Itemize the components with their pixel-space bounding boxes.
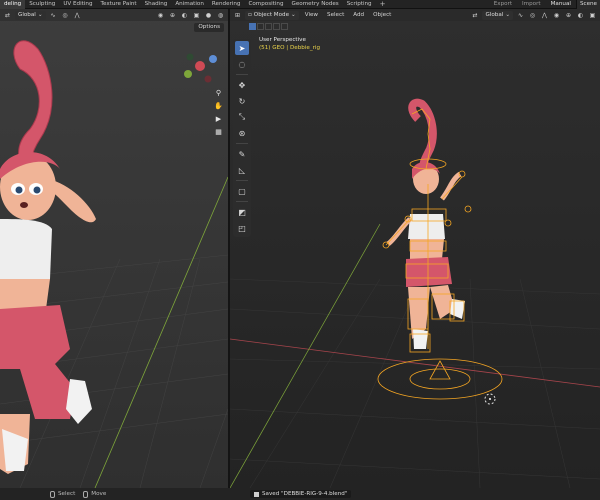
- gizmo-toggle-icon[interactable]: ⊕: [564, 11, 573, 20]
- scale-tool-icon[interactable]: ⤡: [235, 110, 249, 124]
- status-move-label: Move: [91, 491, 107, 497]
- left-navigation-controls: ⚲ ✋ ▶ ▦: [213, 87, 224, 137]
- shear-tool-icon[interactable]: ◩: [235, 205, 249, 219]
- selection-mode-strip: [249, 23, 288, 30]
- annotate-tool-icon[interactable]: ✎: [235, 147, 249, 161]
- proportional-edit-icon[interactable]: ◎: [61, 11, 70, 20]
- status-select-label: Select: [58, 491, 76, 497]
- tool-divider: [236, 74, 248, 75]
- transform-orientation-label: Global: [485, 11, 504, 18]
- view-title: User Perspective: [259, 37, 306, 43]
- shading-solid-icon[interactable]: ●: [204, 11, 213, 20]
- visibility-icon[interactable]: ◉: [552, 11, 561, 20]
- xray-icon[interactable]: ▣: [192, 11, 201, 20]
- saved-message: Saved "DEBBIE-RIG-9-4.blend": [262, 491, 348, 497]
- viewport-info-overlay: User Perspective (51) GEO | Debbie_rig: [259, 36, 320, 52]
- tab-texture-paint[interactable]: Texture Paint: [97, 0, 141, 9]
- tool-divider: [236, 143, 248, 144]
- status-select: Select: [50, 490, 76, 498]
- tab-scripting[interactable]: Scripting: [343, 0, 376, 9]
- menu-select[interactable]: Select: [324, 12, 347, 18]
- import-button[interactable]: Import: [517, 0, 546, 9]
- transform-orientation-dropdown[interactable]: Global ⌄: [15, 10, 46, 20]
- scene-label: Scene: [579, 1, 597, 7]
- visibility-icon[interactable]: ◉: [156, 11, 165, 20]
- proportional-edit-icon[interactable]: ◎: [528, 11, 537, 20]
- saved-notification: Saved "DEBBIE-RIG-9-4.blend": [250, 490, 352, 498]
- mouse-middle-icon: [83, 490, 89, 498]
- select-tool-icon[interactable]: ➤: [235, 41, 249, 55]
- tab-modeling[interactable]: deling: [0, 0, 26, 9]
- tab-rendering[interactable]: Rendering: [208, 0, 245, 9]
- mode-dropdown[interactable]: ▫ Object Mode ⌄: [245, 10, 299, 20]
- select-mode-subtract-icon[interactable]: [265, 23, 272, 30]
- right-viewport-header: ⊞ ▫ Object Mode ⌄ View Select Add Object…: [230, 9, 600, 21]
- select-mode-new-icon[interactable]: [249, 23, 256, 30]
- xray-icon[interactable]: ▣: [588, 11, 597, 20]
- shading-material-icon[interactable]: ◍: [216, 11, 225, 20]
- select-mode-invert-icon[interactable]: [273, 23, 280, 30]
- tab-sculpting[interactable]: Sculpting: [25, 0, 59, 9]
- move-tool-icon[interactable]: ✥: [235, 78, 249, 92]
- gizmo-toggle-icon[interactable]: ⊕: [168, 11, 177, 20]
- select-mode-extend-icon[interactable]: [257, 23, 264, 30]
- options-label: Options: [198, 24, 220, 30]
- select-mode-intersect-icon[interactable]: [281, 23, 288, 30]
- transform-orientation-dropdown[interactable]: Global ⌄: [482, 10, 513, 20]
- scene-selector[interactable]: Scene: [575, 0, 600, 9]
- snap-icon[interactable]: ∿: [49, 11, 58, 20]
- cursor-tool-icon[interactable]: ◌: [235, 57, 249, 71]
- status-bar: Select Move Saved "DEBBIE-RIG-9-4.blend": [0, 488, 600, 500]
- mouse-left-icon: [50, 490, 55, 498]
- chevron-down-icon: ⌄: [291, 11, 296, 18]
- tab-shading[interactable]: Shading: [141, 0, 172, 9]
- editor-type-icon[interactable]: ⊞: [233, 11, 242, 20]
- tool-divider: [236, 201, 248, 202]
- transform-orientation-icon: ⇄: [472, 11, 478, 19]
- pan-hand-icon[interactable]: ✋: [213, 100, 224, 111]
- status-move: Move: [83, 490, 107, 498]
- info-icon: [254, 491, 259, 497]
- menu-object[interactable]: Object: [370, 12, 394, 18]
- collection-info: (51) GEO | Debbie_rig: [259, 45, 321, 51]
- rip-tool-icon[interactable]: ◰: [235, 221, 249, 235]
- zoom-icon[interactable]: ⚲: [213, 87, 224, 98]
- options-button[interactable]: Options: [194, 23, 224, 32]
- transform-tool-icon[interactable]: ⊛: [235, 126, 249, 140]
- chevron-down-icon: ⌄: [37, 11, 43, 18]
- transform-orientation-label: Global: [18, 11, 36, 18]
- add-cube-tool-icon[interactable]: ▢: [235, 184, 249, 198]
- camera-icon[interactable]: ▶: [213, 113, 224, 124]
- export-button[interactable]: Export: [489, 0, 517, 9]
- workspace-bar: deling Sculpting UV Editing Texture Pain…: [0, 0, 600, 9]
- add-workspace-button[interactable]: +: [376, 0, 390, 8]
- mode-label: Object Mode: [253, 11, 290, 18]
- grid-icon[interactable]: ▦: [213, 126, 224, 137]
- chevron-down-icon: ⌄: [505, 11, 510, 18]
- tool-shelf: ➤ ◌ ✥ ↻ ⤡ ⊛ ✎ ◺ ▢ ◩ ◰: [233, 39, 251, 237]
- snap-icon[interactable]: ∿: [516, 11, 525, 20]
- right-viewport[interactable]: ⊞ ▫ Object Mode ⌄ View Select Add Object…: [230, 9, 600, 488]
- left-viewport[interactable]: ⇄ Global ⌄ ∿ ◎ ⋀ ◉ ⊕ ◐ ▣ ● ◍ Options ⚲ ✋…: [0, 9, 228, 488]
- object-mode-icon: ▫: [248, 11, 252, 18]
- tab-animation[interactable]: Animation: [171, 0, 208, 9]
- menu-add[interactable]: Add: [350, 12, 367, 18]
- right-scene-canvas: [230, 9, 600, 488]
- transform-orientation-icon: ⇄: [4, 11, 11, 19]
- tab-compositing[interactable]: Compositing: [244, 0, 287, 9]
- overlay-toggle-icon[interactable]: ◐: [180, 11, 189, 20]
- measure-tool-icon[interactable]: ◺: [235, 163, 249, 177]
- menu-view[interactable]: View: [302, 12, 321, 18]
- top-right-group: Export Import Manual Scene: [489, 0, 600, 9]
- rotate-tool-icon[interactable]: ↻: [235, 94, 249, 108]
- left-viewport-header: ⇄ Global ⌄ ∿ ◎ ⋀ ◉ ⊕ ◐ ▣ ● ◍: [0, 9, 228, 21]
- tool-divider: [236, 180, 248, 181]
- manual-button[interactable]: Manual: [546, 0, 576, 9]
- tab-uv-editing[interactable]: UV Editing: [59, 0, 96, 9]
- left-scene-canvas: [0, 9, 228, 488]
- overlay-toggle-icon[interactable]: ◐: [576, 11, 585, 20]
- tab-geometry-nodes[interactable]: Geometry Nodes: [288, 0, 343, 9]
- falloff-icon[interactable]: ⋀: [73, 11, 82, 20]
- falloff-icon[interactable]: ⋀: [540, 11, 549, 20]
